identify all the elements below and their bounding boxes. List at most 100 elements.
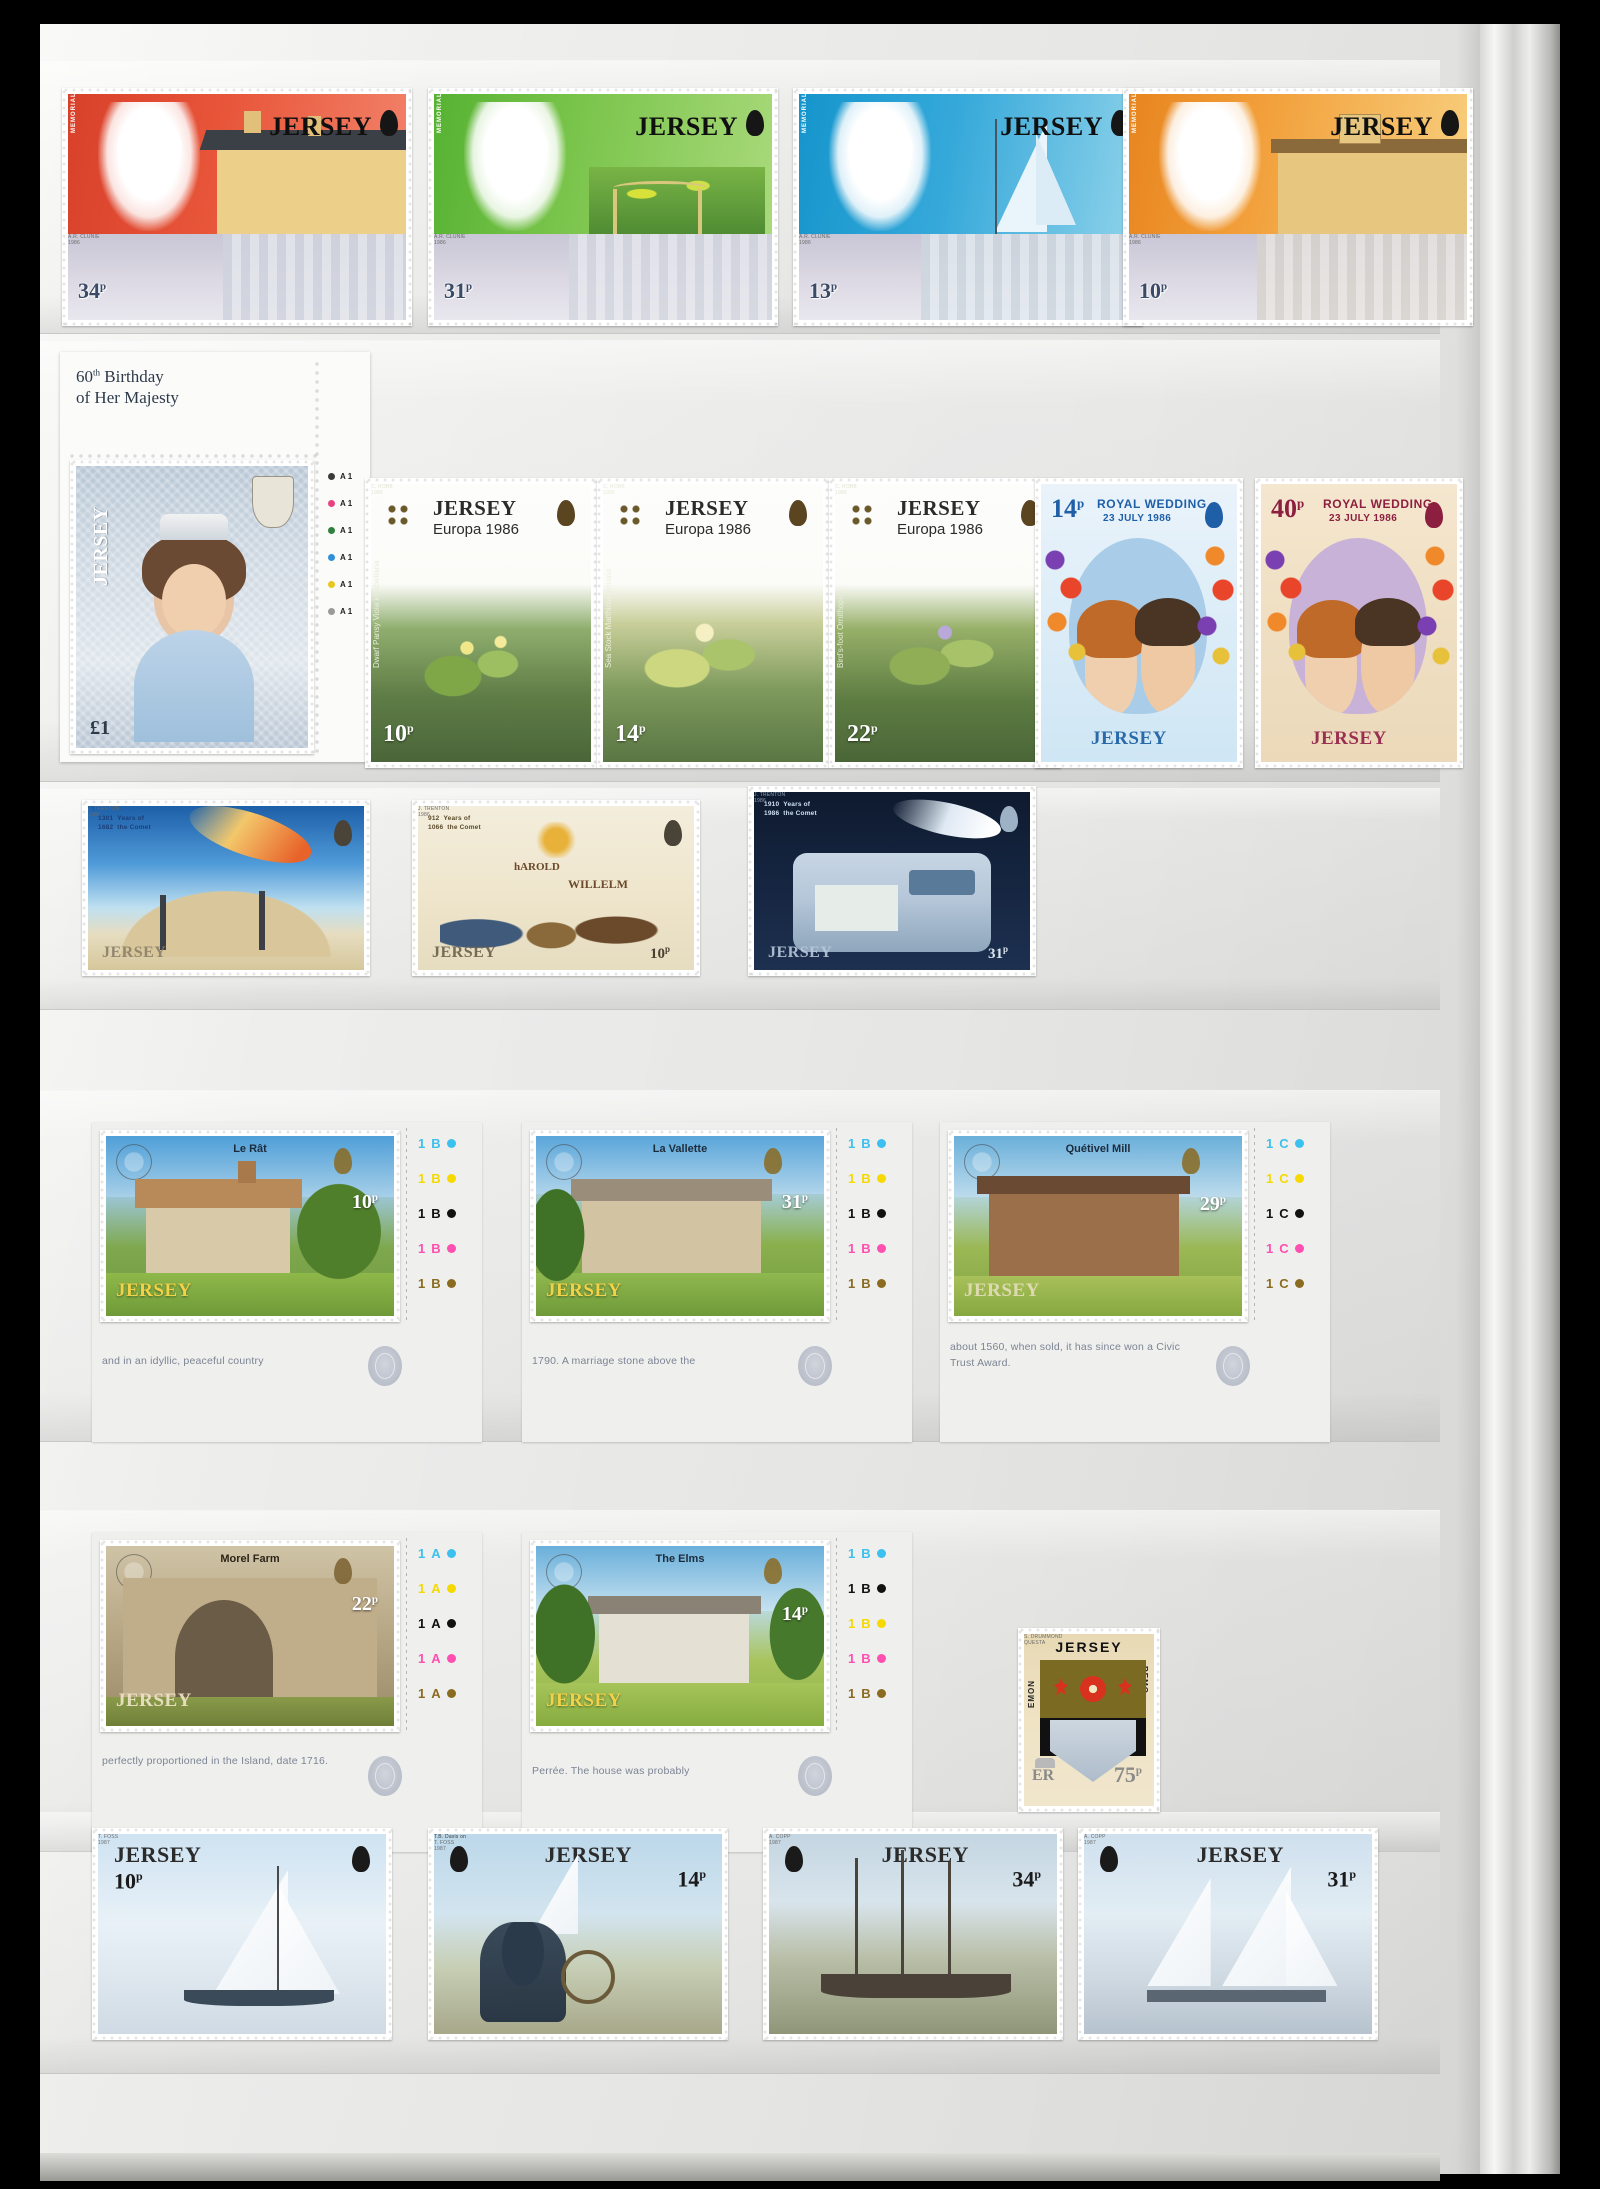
colour-check-row: 1B xyxy=(418,1241,456,1256)
country-label: JERSEY xyxy=(546,1280,622,1301)
sheet-heading: 60th Birthday of Her Majesty xyxy=(76,367,179,408)
country-label: JERSEY xyxy=(635,112,738,141)
side-botanical-name: Dwarf Pansy Viola kitaibeliana xyxy=(372,560,381,668)
comet-years: 1301 Years of 1682 the Comet xyxy=(98,815,151,831)
series-label: Europa 1986 xyxy=(897,521,983,538)
colour-check-row: 1B xyxy=(418,1276,456,1291)
stamp-ship-10p[interactable]: JERSEY 10p T. FOSS 1987 xyxy=(92,1828,392,2040)
stamp-morel-farm-22p[interactable]: Morel Farm 22p JERSEY xyxy=(100,1540,400,1732)
denomination: 34p xyxy=(1012,1866,1041,1892)
miniature-sheet-queen-60th[interactable]: 60th Birthday of Her Majesty JERSEY £1 A… xyxy=(60,352,370,762)
plant-illustration xyxy=(629,595,801,707)
denomination: 29p xyxy=(1199,1193,1226,1215)
colour-dot xyxy=(1294,1139,1304,1148)
queens-head-silhouette xyxy=(764,1148,782,1174)
colour-check-row: 1C xyxy=(1266,1276,1304,1291)
stamp-ship-34p[interactable]: JERSEY 34p A. COPP 1987 xyxy=(763,1828,1063,2040)
stamp-comet-1301-1682[interactable]: 1301 Years of 1682 the Comet JERSEY J. T… xyxy=(82,800,370,976)
denomination: 31p xyxy=(781,1191,808,1213)
pane-perforation-line xyxy=(406,1128,407,1324)
denomination: 14p xyxy=(781,1603,808,1625)
album-page-image: MEMORIAL JERSEY 34p A.R. CLUNIE 1986 MEM… xyxy=(0,0,1600,2189)
country-label: JERSEY xyxy=(546,1690,622,1711)
stamp-le-rat-10p[interactable]: Le Rât 10p JERSEY xyxy=(100,1130,400,1322)
colour-dot xyxy=(1294,1244,1304,1253)
stamp-quetivel-mill-29p[interactable]: Quétivel Mill 29p JERSEY xyxy=(948,1130,1248,1322)
europa-emblem-icon xyxy=(615,500,645,530)
denomination: 75p xyxy=(1113,1762,1142,1787)
colour-check-row: 1B xyxy=(848,1276,886,1291)
colour-check-row: 1A xyxy=(418,1616,456,1631)
queens-head-silhouette xyxy=(746,110,764,136)
pane-title: The Elms xyxy=(655,1553,705,1565)
stamp-ship-31p[interactable]: JERSEY 31p A. COPP 1987 xyxy=(1078,1828,1378,2040)
jersey-postmark-icon xyxy=(116,1144,152,1180)
stamp-comet-1910-1986[interactable]: 1910 Years of 1986 the Comet JERSEY 31p … xyxy=(748,786,1036,976)
denomination: 14p xyxy=(1051,494,1085,523)
booklet-pane-the-elms[interactable]: The Elms 14p JERSEY 1B 1B 1 B 1 B 1 B Pe… xyxy=(522,1532,912,1852)
booklet-pane-morel-farm[interactable]: Morel Farm 22p JERSEY 1A 1A 1A 1 A 1 A p… xyxy=(92,1532,482,1852)
flower-border xyxy=(1041,536,1237,686)
stamp-la-vallette-31p[interactable]: La Vallette 31p JERSEY xyxy=(530,1130,830,1322)
colour-check-block: 1B 1B 1B 1B 1B xyxy=(848,1136,886,1291)
stamp-comet-912-1066[interactable]: 912 Years of 1066 the Comet hAROLD WILLE… xyxy=(412,800,700,976)
colour-check-row: 1B xyxy=(848,1171,886,1186)
wedding-title: ROYAL WEDDING xyxy=(1097,497,1207,511)
country-label: JERSEY xyxy=(432,944,497,961)
stamp-queen-1pound[interactable]: JERSEY £1 xyxy=(70,460,314,754)
colour-check-row: 1A xyxy=(418,1581,456,1596)
rose-icon xyxy=(1080,1676,1106,1702)
wedding-title: ROYAL WEDDING xyxy=(1323,497,1433,511)
stamp-hugo-31p[interactable]: MEMORIAL JERSEY 31p A.R. CLUNIE 1986 xyxy=(428,88,778,326)
stamp-hugo-10p[interactable]: MEMORIAL JERSEY 10p A.R. CLUNIE 1986 xyxy=(1123,88,1473,326)
pane-caption: Perrée. The house was probably xyxy=(532,1765,690,1777)
denomination: 31p xyxy=(987,944,1008,962)
colour-dot xyxy=(328,581,335,588)
country-label: JERSEY xyxy=(1311,728,1387,749)
colour-check-row: 1A xyxy=(418,1651,456,1666)
pane-caption: about 1560, when sold, it has since won … xyxy=(950,1341,1181,1369)
side-botanical-name: Sea Stock Matthiola sinuata xyxy=(604,568,613,668)
denomination: 14p xyxy=(615,721,646,747)
queens-head-silhouette xyxy=(664,820,682,846)
stamp-royal-wedding-14p[interactable]: 14p ROYAL WEDDING 23 JULY 1986 JERSEY xyxy=(1035,478,1243,768)
colour-check-row: 1B xyxy=(418,1136,456,1151)
pane-title: Quétivel Mill xyxy=(1065,1143,1131,1155)
stamp-europa-10p[interactable]: JERSEY Europa 1986 Dwarf Pansy Viola kit… xyxy=(365,478,597,768)
series-label: Europa 1986 xyxy=(433,521,519,538)
colour-check-row: 1B xyxy=(848,1581,886,1596)
colour-check-block: 1B 1B 1B 1B 1B xyxy=(848,1546,886,1701)
colour-dot xyxy=(446,1279,456,1288)
denomination: 22p xyxy=(847,721,878,747)
queens-head-silhouette xyxy=(1182,1148,1200,1174)
booklet-pane-le-rat[interactable]: Le Rât 10p JERSEY 1B 1B 1 B 1 B 1 B and … xyxy=(92,1122,482,1442)
stamp-hugo-13p[interactable]: MEMORIAL JERSEY 13p A.R. CLUNIE 1986 xyxy=(793,88,1143,326)
denomination: 10p xyxy=(114,1868,143,1894)
colour-dot xyxy=(876,1549,886,1558)
pane-perforation-line xyxy=(406,1538,407,1734)
helmsman-figure xyxy=(480,1922,567,2022)
colour-check-row: 1B xyxy=(848,1651,886,1666)
pane-title: Morel Farm xyxy=(220,1553,280,1565)
queens-head-silhouette xyxy=(1205,502,1223,528)
sail-shape xyxy=(1285,1890,1338,1986)
stamp-europa-22p[interactable]: JERSEY Europa 1986 Bird's-foot Ornithopu… xyxy=(829,478,1061,768)
stamp-hugo-34p[interactable]: MEMORIAL JERSEY 34p A.R. CLUNIE 1986 xyxy=(62,88,412,326)
booklet-pane-quetivel-mill[interactable]: Quétivel Mill 29p JERSEY 1C 1C 1C 1 C 1 … xyxy=(940,1122,1330,1442)
stamp-europa-14p[interactable]: JERSEY Europa 1986 Sea Stock Matthiola s… xyxy=(597,478,829,768)
colour-check-row: 1A xyxy=(418,1546,456,1561)
colour-dot xyxy=(1294,1209,1304,1218)
queens-head-silhouette xyxy=(1425,502,1443,528)
queens-head-silhouette xyxy=(352,1846,370,1872)
memorial-side-text: MEMORIAL xyxy=(437,94,443,134)
colour-check-row: 1B xyxy=(418,1206,456,1221)
stamp-ship-14p[interactable]: JERSEY 14p T.B. Davis on T. FOSS 1987 xyxy=(428,1828,728,2040)
colour-dot xyxy=(876,1174,886,1183)
stamp-parish-crest-75p[interactable]: JERSEY EMON REMO ER 75p S. DRUMMOND QUES… xyxy=(1018,1628,1160,1812)
stamp-royal-wedding-40p[interactable]: 40p ROYAL WEDDING 23 JULY 1986 JERSEY xyxy=(1255,478,1463,768)
country-label: JERSEY xyxy=(544,1842,632,1867)
colour-dot xyxy=(446,1584,456,1593)
booklet-pane-la-vallette[interactable]: La Vallette 31p JERSEY 1B 1B 1B 1 B 1 B … xyxy=(522,1122,912,1442)
denomination: 40p xyxy=(1271,494,1305,523)
stamp-the-elms-14p[interactable]: The Elms 14p JERSEY xyxy=(530,1540,830,1732)
